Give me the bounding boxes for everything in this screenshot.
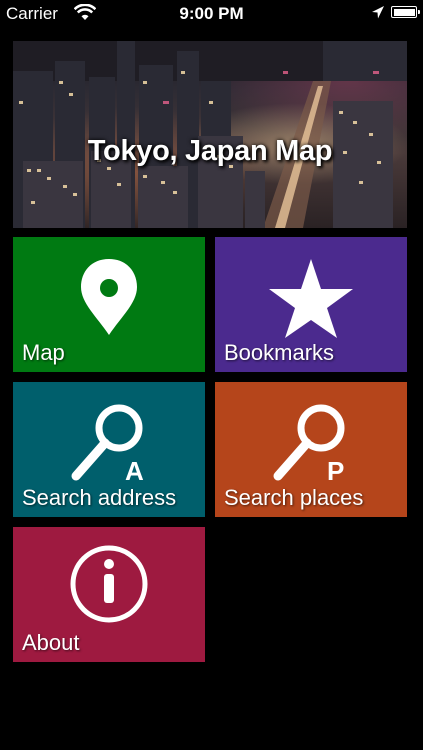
battery-icon bbox=[391, 6, 420, 18]
about-tile[interactable]: About bbox=[13, 527, 205, 662]
bookmarks-tile-label: Bookmarks bbox=[224, 340, 335, 365]
magnifier-letter: P bbox=[327, 456, 344, 486]
search-address-tile-label: Search address bbox=[22, 485, 177, 510]
hero-banner: Tokyo, Japan Map bbox=[13, 41, 407, 228]
search-places-tile-label: Search places bbox=[224, 485, 364, 510]
status-bar: Carrier 9:00 PM bbox=[0, 0, 423, 28]
about-tile-label: About bbox=[22, 630, 80, 655]
clock: 9:00 PM bbox=[179, 4, 244, 23]
bookmarks-tile[interactable]: Bookmarks bbox=[215, 237, 407, 372]
hero-title: Tokyo, Japan Map bbox=[87, 135, 333, 167]
map-tile-label: Map bbox=[22, 340, 65, 365]
search-places-tile[interactable]: P Search places bbox=[215, 382, 407, 517]
map-tile[interactable]: Map bbox=[13, 237, 205, 372]
magnifier-letter: A bbox=[125, 456, 144, 486]
location-arrow-icon bbox=[372, 6, 384, 19]
search-address-tile[interactable]: A Search address bbox=[13, 382, 205, 517]
